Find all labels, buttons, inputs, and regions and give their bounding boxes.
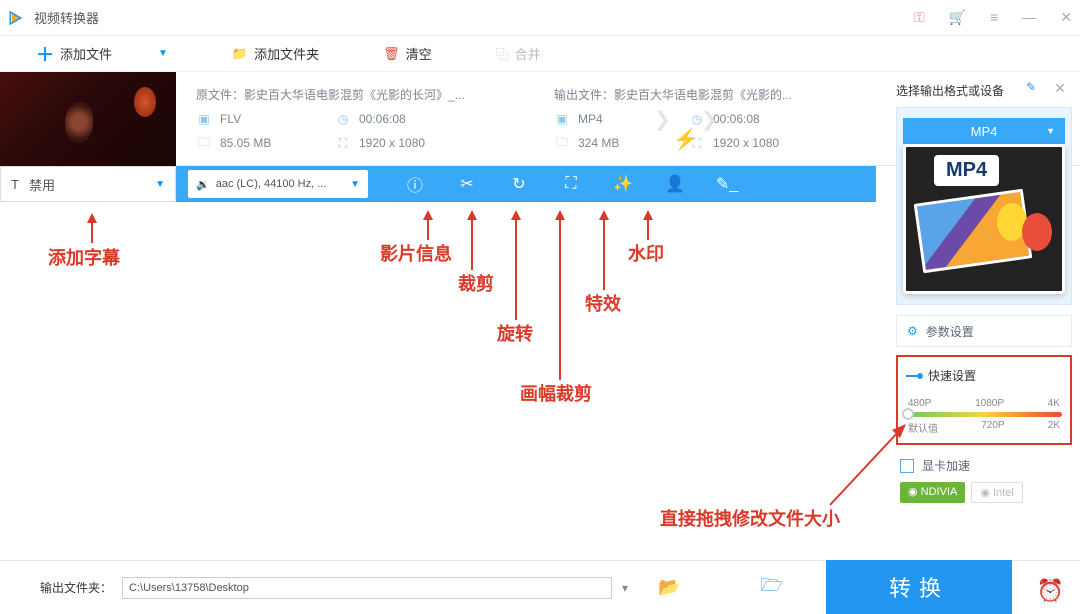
clock-icon: ◷ — [335, 111, 351, 127]
annotation-crop: 画幅裁剪 — [520, 380, 592, 406]
add-file-button[interactable]: ＋ 添加文件 ▼ — [36, 41, 168, 67]
slider-thumb[interactable] — [902, 408, 914, 420]
bolt-icon: ⚡ — [673, 127, 698, 152]
subtitle-value: 禁用 — [29, 175, 55, 194]
chevron-down-icon: ▼ — [350, 179, 360, 190]
format-preview: MP4 — [903, 144, 1065, 294]
chevron-down-icon: ▼ — [155, 179, 165, 190]
source-format: FLV — [220, 112, 241, 126]
speaker-icon: 🔉 — [196, 178, 210, 191]
schedule-icon[interactable]: ⏰ — [1037, 578, 1064, 604]
add-folder-button[interactable]: 📁 添加文件夹 — [232, 44, 319, 63]
quality-slider[interactable] — [906, 412, 1062, 417]
format-dropdown[interactable]: MP4 — [903, 118, 1065, 144]
quick-settings-label: 快速设置 — [928, 367, 976, 384]
convert-button[interactable]: 转换 — [826, 560, 1012, 614]
info-tool-icon[interactable]: ⓘ — [404, 173, 426, 195]
output-folder-label: 输出文件夹： — [40, 579, 112, 596]
annotation-subtitle: 添加字幕 — [48, 244, 120, 270]
key-icon[interactable]: ⚿ — [914, 9, 925, 26]
annotation-drag: 直接拖拽修改文件大小 — [660, 505, 840, 531]
text-icon: T — [11, 177, 19, 192]
gpu-accel-option[interactable]: 显卡加速 — [896, 457, 1072, 474]
annotation-rotate: 旋转 — [497, 320, 533, 346]
path-dropdown-icon[interactable]: ▾ — [622, 581, 628, 595]
watermark-tool-icon[interactable]: 👤 — [664, 173, 686, 195]
titlebar: 视频转换器 ⚿ 🛒 ≡ — ✕ — [0, 0, 1080, 36]
clear-button[interactable]: 🗑 清空 — [383, 44, 432, 63]
edit-tool-icon[interactable]: ✎_ — [716, 173, 738, 195]
source-size: 85.05 MB — [220, 136, 271, 150]
effect-tool-icon[interactable]: ✨ — [612, 173, 634, 195]
folder-plus-icon: 📁 — [232, 46, 248, 62]
format-icon: ▣ — [196, 111, 212, 127]
add-folder-label: 添加文件夹 — [254, 44, 319, 63]
audio-value: aac (LC), 44100 Hz, ... — [216, 178, 327, 190]
crop-tool-icon[interactable]: ⛶ — [560, 173, 582, 195]
slider-marks-bottom: 默认值720P2K — [906, 420, 1062, 435]
format-badge: MP4 — [934, 155, 999, 186]
gpu-accel-label: 显卡加速 — [922, 457, 970, 474]
settings-icon: ⚙ — [907, 324, 918, 338]
dash-icon — [906, 375, 920, 377]
format-select-label: 选择输出格式或设备 — [896, 82, 1072, 99]
cut-tool-icon[interactable]: ✂ — [456, 173, 478, 195]
output-path-input[interactable] — [122, 577, 612, 599]
plus-icon: ＋ — [36, 41, 54, 67]
chevron-down-icon[interactable]: ▼ — [158, 48, 168, 59]
slider-marks-top: 480P1080P4K — [906, 398, 1062, 409]
intel-badge[interactable]: ◉ Intel — [971, 482, 1022, 503]
toolbar: ＋ 添加文件 ▼ 📁 添加文件夹 🗑 清空 ⿻ 合并 — [0, 36, 1080, 72]
annotation-effect: 特效 — [585, 290, 621, 316]
rotate-tool-icon[interactable]: ↻ — [508, 173, 530, 195]
resolution-icon: ⛶ — [335, 135, 351, 151]
app-logo-icon — [8, 9, 26, 27]
checkbox-icon[interactable] — [900, 459, 914, 473]
cart-icon[interactable]: 🛒 — [949, 9, 966, 26]
size-icon: 🗀 — [196, 135, 212, 151]
merge-icon: ⿻ — [496, 44, 509, 63]
annotation-info: 影片信息 — [380, 240, 452, 266]
merge-label: 合并 — [515, 44, 541, 63]
browse-folder-icon[interactable]: 🗁 — [760, 573, 782, 603]
subtitle-select[interactable]: T 禁用 ▼ — [0, 166, 176, 202]
output-format-panel: 选择输出格式或设备 MP4 MP4 ⚙ 参数设置 快速设置 480P1080P4… — [896, 82, 1072, 503]
merge-button: ⿻ 合并 — [496, 44, 541, 63]
open-folder-icon[interactable]: 📂 — [658, 577, 680, 598]
source-file-line: 原文件：影史百大华语电影混剪《光影的长河》_... — [196, 86, 474, 103]
output-duration: 00:06:08 — [713, 112, 760, 126]
param-settings-button[interactable]: ⚙ 参数设置 — [896, 315, 1072, 347]
param-settings-label: 参数设置 — [926, 323, 974, 340]
nvidia-badge[interactable]: ◉ NDIVIA — [900, 482, 965, 503]
annotation-cut: 裁剪 — [458, 270, 494, 296]
annotation-watermark: 水印 — [628, 240, 664, 266]
minimize-icon[interactable]: — — [1022, 9, 1036, 26]
add-file-label: 添加文件 — [60, 44, 112, 63]
output-format: MP4 — [578, 112, 603, 126]
source-duration: 00:06:08 — [359, 112, 406, 126]
output-size: 324 MB — [578, 136, 619, 150]
menu-icon[interactable]: ≡ — [990, 9, 998, 26]
window-controls: ⚿ 🛒 ≡ — ✕ — [914, 9, 1072, 26]
trash-icon: 🗑 — [383, 46, 400, 62]
clear-label: 清空 — [406, 44, 432, 63]
video-thumbnail[interactable] — [0, 72, 176, 166]
format-icon: ▣ — [554, 111, 570, 127]
quick-settings-box: 快速设置 480P1080P4K 默认值720P2K — [896, 355, 1072, 445]
source-resolution: 1920 x 1080 — [359, 136, 425, 150]
output-resolution: 1920 x 1080 — [713, 136, 779, 150]
size-icon: 🗀 — [554, 135, 570, 151]
close-icon[interactable]: ✕ — [1060, 9, 1072, 26]
audio-select[interactable]: 🔉 aac (LC), 44100 Hz, ... ▼ — [188, 170, 368, 198]
app-title: 视频转换器 — [34, 8, 99, 27]
